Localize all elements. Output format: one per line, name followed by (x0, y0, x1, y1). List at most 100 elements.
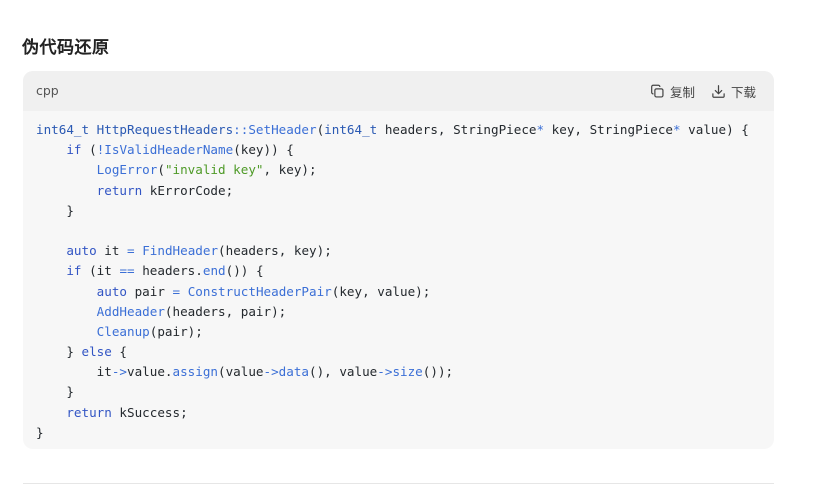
code-token: it (96, 243, 128, 259)
code-token: } (36, 384, 74, 400)
code-token: = (127, 243, 135, 259)
code-token: :: (233, 122, 249, 137)
code-token: data (278, 364, 310, 380)
code-line: if (it == headers.end()) { (36, 261, 749, 281)
code-actions: 复制 下载 (650, 81, 756, 101)
code-token: AddHeader (96, 303, 165, 319)
code-token: else (81, 344, 112, 360)
download-icon (711, 84, 726, 99)
code-line: return kErrorCode; (36, 181, 749, 201)
code-token: end (202, 263, 226, 279)
code-token: (headers, key); (218, 243, 332, 259)
code-token: assign (172, 364, 219, 380)
copy-label: 复制 (669, 84, 695, 100)
code-token: headers. (134, 263, 203, 279)
code-token: it (36, 364, 112, 380)
code-block: cpp 复制 下载 int64_t HttpRequestHeaders::Se… (23, 71, 774, 449)
code-token: if (66, 142, 82, 158)
code-token: size (392, 364, 423, 380)
code-token: == (119, 263, 135, 279)
code-line: auto it = FindHeader(headers, key); (36, 241, 749, 261)
code-token: * (536, 122, 545, 137)
code-token: } (36, 424, 44, 440)
code-token: = (172, 283, 181, 299)
code-line: Cleanup(pair); (36, 322, 749, 342)
code-token: ( (81, 142, 97, 158)
code-line: LogError("invalid key", key); (36, 160, 749, 180)
code-token: pair (127, 283, 173, 299)
code-line: int64_t HttpRequestHeaders::SetHeader(in… (36, 120, 749, 140)
code-line: ​ (36, 221, 749, 241)
code-line: if (!IsValidHeaderName(key)) { (36, 140, 749, 160)
code-token: int64_t (36, 122, 97, 137)
code-token: kSuccess; (111, 404, 188, 420)
code-token: LogError (96, 162, 158, 178)
code-token: FindHeader (142, 243, 219, 259)
section-title: 伪代码还原 (22, 38, 110, 58)
code-block-header: cpp 复制 下载 (23, 71, 774, 111)
code-token: key, (544, 122, 590, 137)
code-token: "invalid key" (164, 162, 264, 178)
code-token: (key)) { (233, 142, 294, 158)
code-line: } else { (36, 342, 749, 362)
code-token: ( (157, 162, 165, 178)
code-token: { (111, 344, 128, 360)
code-token: ConstructHeaderPair (187, 283, 332, 299)
code-token: auto (96, 283, 128, 299)
code-line: } (36, 423, 749, 443)
code-token: (headers, pair); (164, 303, 287, 319)
code-line: it->value.assign(value->data(), value->s… (36, 362, 749, 382)
code-line: AddHeader(headers, pair); (36, 302, 749, 322)
code-token: return (66, 404, 112, 420)
code-token: headers, (377, 122, 454, 137)
code-token: StringPiece (453, 122, 537, 137)
code-token: (value (218, 364, 264, 380)
code-token: return (96, 182, 143, 198)
section-divider (23, 483, 774, 484)
code-line: } (36, 201, 749, 221)
code-token: , key); (263, 162, 317, 178)
code-token: if (66, 263, 82, 279)
code-token: Cleanup (96, 323, 150, 339)
code-token: -> (263, 364, 279, 380)
code-line: return kSuccess; (36, 403, 749, 423)
code-token: HttpRequestHeaders (96, 122, 234, 137)
code-token: (it (81, 263, 120, 279)
code-token: (), value (309, 364, 378, 380)
code-line: auto pair = ConstructHeaderPair(key, val… (36, 282, 749, 302)
code-token: ()); (422, 364, 454, 380)
code-token: value. (127, 364, 173, 380)
code-line: } (36, 382, 749, 402)
code-token: IsValidHeaderName (104, 142, 234, 158)
code-token: } (36, 202, 74, 218)
code-token: * (672, 122, 681, 137)
download-label: 下载 (730, 84, 756, 100)
code-token: auto (66, 243, 97, 259)
code-token: (key, value); (331, 283, 431, 299)
code-token: SetHeader (248, 122, 317, 137)
code-token: value) { (680, 122, 749, 137)
code-token: int64_t (324, 122, 378, 137)
copy-button[interactable]: 复制 (650, 81, 695, 101)
code-language-label: cpp (36, 83, 59, 98)
code-token: -> (377, 364, 393, 380)
code-content: int64_t HttpRequestHeaders::SetHeader( in… (36, 120, 749, 443)
code-token: } (36, 344, 82, 360)
code-token: -> (111, 364, 127, 380)
download-button[interactable]: 下载 (711, 81, 756, 101)
code-token: kErrorCode; (142, 182, 234, 198)
copy-icon (650, 84, 665, 99)
code-token: (pair); (149, 323, 203, 339)
code-token: ()) { (225, 263, 264, 279)
code-token: StringPiece (589, 122, 673, 137)
